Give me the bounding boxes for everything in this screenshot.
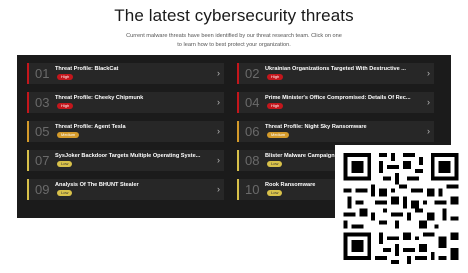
severity-badge: Medium	[267, 132, 290, 138]
severity-badge: Low	[267, 161, 283, 167]
threat-number: 08	[245, 153, 260, 168]
threat-title: Rook Ransomware	[265, 182, 316, 188]
threat-number: 09	[35, 182, 50, 197]
threat-number: 03	[35, 95, 50, 110]
page-header: The latest cybersecurity threats Current…	[0, 0, 468, 60]
threat-title: Threat Profile: BlackCat	[55, 66, 119, 72]
threat-number: 10	[245, 182, 260, 197]
chevron-right-icon: ›	[217, 126, 220, 136]
threat-card-01[interactable]: 01 Threat Profile: BlackCat High ›	[27, 63, 224, 84]
threat-card-05[interactable]: 05 Threat Profile: Agent Tesla Medium ›	[27, 121, 224, 142]
threat-title: Prime Minister's Office Compromised: Det…	[265, 95, 411, 101]
severity-badge: Medium	[57, 132, 80, 138]
threat-title: Analysis Of The BHUNT Stealer	[55, 182, 139, 188]
threat-card-04[interactable]: 04 Prime Minister's Office Compromised: …	[237, 92, 434, 113]
threat-card-03[interactable]: 03 Threat Profile: Cheeky Chipmunk High …	[27, 92, 224, 113]
threat-title: Threat Profile: Cheeky Chipmunk	[55, 95, 144, 101]
chevron-right-icon: ›	[217, 68, 220, 78]
severity-badge: High	[57, 74, 74, 80]
page-title: The latest cybersecurity threats	[114, 6, 354, 25]
severity-badge: Low	[57, 190, 73, 196]
threat-number: 06	[245, 124, 260, 139]
threat-card-07[interactable]: 07 SysJoker Backdoor Targets Multiple Op…	[27, 150, 224, 171]
subtitle-line-2: to learn how to best protect your organi…	[177, 42, 291, 48]
chevron-right-icon: ›	[427, 97, 430, 107]
severity-badge: High	[57, 103, 74, 109]
threat-title: SysJoker Backdoor Targets Multiple Opera…	[55, 153, 201, 159]
qr-code	[335, 145, 467, 268]
threat-number: 01	[35, 66, 50, 81]
severity-badge: High	[267, 103, 284, 109]
threat-card-06[interactable]: 06 Threat Profile: Night Sky Ransomware …	[237, 121, 434, 142]
chevron-right-icon: ›	[217, 184, 220, 194]
chevron-right-icon: ›	[217, 155, 220, 165]
threat-title: Threat Profile: Agent Tesla	[55, 124, 126, 130]
threat-card-02[interactable]: 02 Ukrainian Organizations Targeted With…	[237, 63, 434, 84]
chevron-right-icon: ›	[427, 68, 430, 78]
threat-title: Threat Profile: Night Sky Ransomware	[265, 124, 367, 130]
subtitle-line-1: Current malware threats have been identi…	[126, 33, 342, 39]
threat-number: 04	[245, 95, 260, 110]
threat-card-09[interactable]: 09 Analysis Of The BHUNT Stealer Low ›	[27, 179, 224, 200]
qr-code-graphic	[335, 145, 467, 268]
threat-number: 05	[35, 124, 50, 139]
threat-number: 07	[35, 153, 50, 168]
severity-badge: High	[267, 74, 284, 80]
threat-number: 02	[245, 66, 260, 81]
page-subtitle: Current malware threats have been identi…	[90, 32, 378, 50]
threat-title: Ukrainian Organizations Targeted With De…	[265, 66, 406, 72]
chevron-right-icon: ›	[427, 126, 430, 136]
threat-title: Blister Malware Campaign Uni	[265, 153, 346, 159]
severity-badge: Low	[57, 161, 73, 167]
severity-badge: Low	[267, 190, 283, 196]
chevron-right-icon: ›	[217, 97, 220, 107]
